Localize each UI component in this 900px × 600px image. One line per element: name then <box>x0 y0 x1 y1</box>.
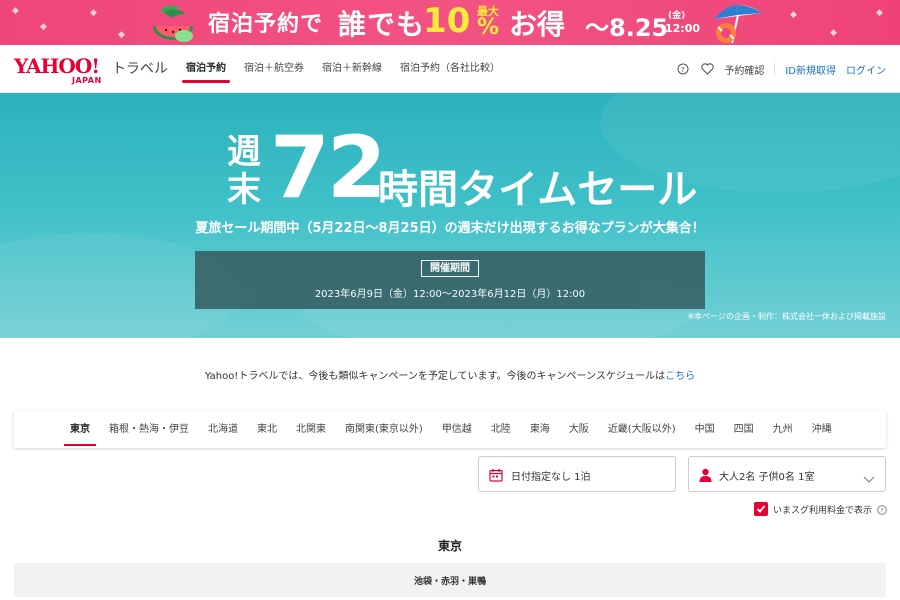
confetti-icon: ◆ <box>40 22 47 32</box>
svg-text:?: ? <box>681 66 685 74</box>
calendar-icon <box>489 467 503 486</box>
hero-banner: 週末 72 時間タイムセール 夏旅セール期間中（5月22日～8月25日）の週末だ… <box>0 93 900 338</box>
promo-text-anyone: 誰でも <box>338 8 426 41</box>
confetti-icon: ◆ <box>118 30 125 40</box>
watermelon-illustration-icon <box>153 5 193 42</box>
login-link[interactable]: ログイン <box>846 62 886 77</box>
region-tabs: 東京 箱根・熱海・伊豆 北海道 東北 北関東 南関東(東京以外) 甲信越 北陸 … <box>14 411 886 448</box>
reservation-check-link[interactable]: 予約確認 <box>724 62 764 77</box>
confetti-icon: ◆ <box>790 10 797 20</box>
favorite-heart-icon[interactable] <box>700 62 714 76</box>
hero-title: 時間タイムセール <box>378 167 698 213</box>
region-tab-minamikanto[interactable]: 南関東(東京以外) <box>339 411 429 448</box>
instant-price-label: いまスグ利用料金で表示 <box>773 505 873 516</box>
logo-yahoo-text: YAHOO! <box>14 54 100 78</box>
event-period-box: 開催期間 2023年6月9日（金）12:00～2023年6月12日（月）12:0… <box>195 251 705 309</box>
nav-hotel-compare[interactable]: 宿泊予約（各社比較） <box>396 45 510 93</box>
nav-hotel-booking[interactable]: 宿泊予約 <box>182 45 236 93</box>
promo-percent-wrap: 10 <box>423 1 470 41</box>
hero-hours-number: 72 <box>270 118 387 218</box>
confetti-icon: ◆ <box>90 8 97 18</box>
region-tab-shikoku[interactable]: 四国 <box>728 411 760 448</box>
region-tab-hokkaido[interactable]: 北海道 <box>202 411 244 448</box>
region-tab-kyushu[interactable]: 九州 <box>767 411 799 448</box>
logo-japan-text: JAPAN <box>72 76 102 85</box>
area-title: 東京 <box>437 539 462 553</box>
promo-text-deal: お得 <box>509 8 566 41</box>
help-icon[interactable]: ? <box>676 62 690 76</box>
event-period-dates: 2023年6月9日（金）12:00～2023年6月12日（月）12:00 <box>314 289 586 300</box>
region-tab-okinawa[interactable]: 沖縄 <box>806 411 838 448</box>
region-tab-chugoku[interactable]: 中国 <box>689 411 721 448</box>
beach-umbrella-illustration-icon <box>714 5 762 44</box>
region-tab-kinki[interactable]: 近畿(大阪以外) <box>602 411 682 448</box>
register-id-link[interactable]: ID新規取得 <box>785 62 836 77</box>
promo-end-date: ～8.25 <box>585 14 669 42</box>
confetti-icon: ◆ <box>830 28 837 38</box>
sub-area-label: 池袋・赤羽・巣鴨 <box>413 577 486 587</box>
region-tab-koshinetsu[interactable]: 甲信越 <box>436 411 478 448</box>
header-right-links: ? 予約確認 ID新規取得 ログイン <box>676 45 886 93</box>
region-tab-hakone[interactable]: 箱根・熱海・伊豆 <box>103 411 195 448</box>
hero-subtitle: 夏旅セール期間中（5月22日～8月25日）の週末だけ出現するお得なプランが大集合… <box>195 221 705 236</box>
promo-text-booking: 宿泊予約で <box>208 12 324 37</box>
promo-percent: 10 <box>423 1 471 41</box>
region-tab-tohoku[interactable]: 東北 <box>251 411 283 448</box>
person-icon <box>699 467 712 486</box>
help-icon[interactable]: ? <box>877 500 887 519</box>
date-selector[interactable]: 日付指定なし 1泊 <box>478 456 676 492</box>
region-tab-tokyo[interactable]: 東京 <box>64 411 96 448</box>
region-tab-hokuriku[interactable]: 北陸 <box>485 411 517 448</box>
hero-weekend-text: 週末 <box>227 132 261 210</box>
campaign-notice: Yahoo!トラベルでは、今後も類似キャンペーンを予定しています。今後のキャンペ… <box>0 367 900 382</box>
header-divider <box>774 63 776 75</box>
sub-area-header[interactable]: 池袋・赤羽・巣鴨 <box>14 563 886 597</box>
confetti-icon: ◆ <box>876 8 883 18</box>
chevron-down-icon <box>863 469 875 488</box>
promo-end-time: 12:00 <box>665 22 701 35</box>
main-nav: 宿泊予約 宿泊＋航空券 宿泊＋新幹線 宿泊予約（各社比較） <box>182 45 514 93</box>
logo-travel-text: トラベル <box>112 61 168 77</box>
region-tab-osaka[interactable]: 大阪 <box>563 411 595 448</box>
campaign-schedule-link[interactable]: こちら <box>665 371 695 382</box>
site-header: YAHOO! JAPAN トラベル 宿泊予約 宿泊＋航空券 宿泊＋新幹線 宿泊予… <box>0 45 900 93</box>
promo-banner[interactable]: ◆ ◆ ◆ ◆ ◆ ◆ ◆ 宿泊予約で 誰でも 10 最大 % お得 ～8.25… <box>0 0 900 45</box>
guest-room-value: 大人2名 子供0名 1室 <box>719 472 815 483</box>
nav-hotel-shinkansen[interactable]: 宿泊＋新幹線 <box>318 45 392 93</box>
campaign-notice-text: Yahoo!トラベルでは、今後も類似キャンペーンを予定しています。今後のキャンペ… <box>204 371 666 382</box>
hero-credit-note: ※本ページの企画・制作：株式会社一休および掲載施設 <box>687 312 886 321</box>
guest-room-selector[interactable]: 大人2名 子供0名 1室 <box>688 456 886 492</box>
yahoo-travel-logo[interactable]: YAHOO! JAPAN トラベル <box>14 54 168 85</box>
event-period-label: 開催期間 <box>421 260 479 277</box>
promo-end-day: (金) <box>668 11 686 21</box>
confetti-icon: ◆ <box>12 6 19 16</box>
svg-text:?: ? <box>880 507 883 514</box>
instant-price-toggle[interactable]: いまスグ利用料金で表示 ? <box>754 501 887 517</box>
promo-percent-sign: % <box>477 15 500 40</box>
region-tab-tokai[interactable]: 東海 <box>524 411 556 448</box>
region-tab-kitakanto[interactable]: 北関東 <box>290 411 332 448</box>
instant-price-checkbox[interactable] <box>754 502 768 516</box>
date-selector-value: 日付指定なし 1泊 <box>511 472 591 483</box>
nav-hotel-flight[interactable]: 宿泊＋航空券 <box>240 45 314 93</box>
